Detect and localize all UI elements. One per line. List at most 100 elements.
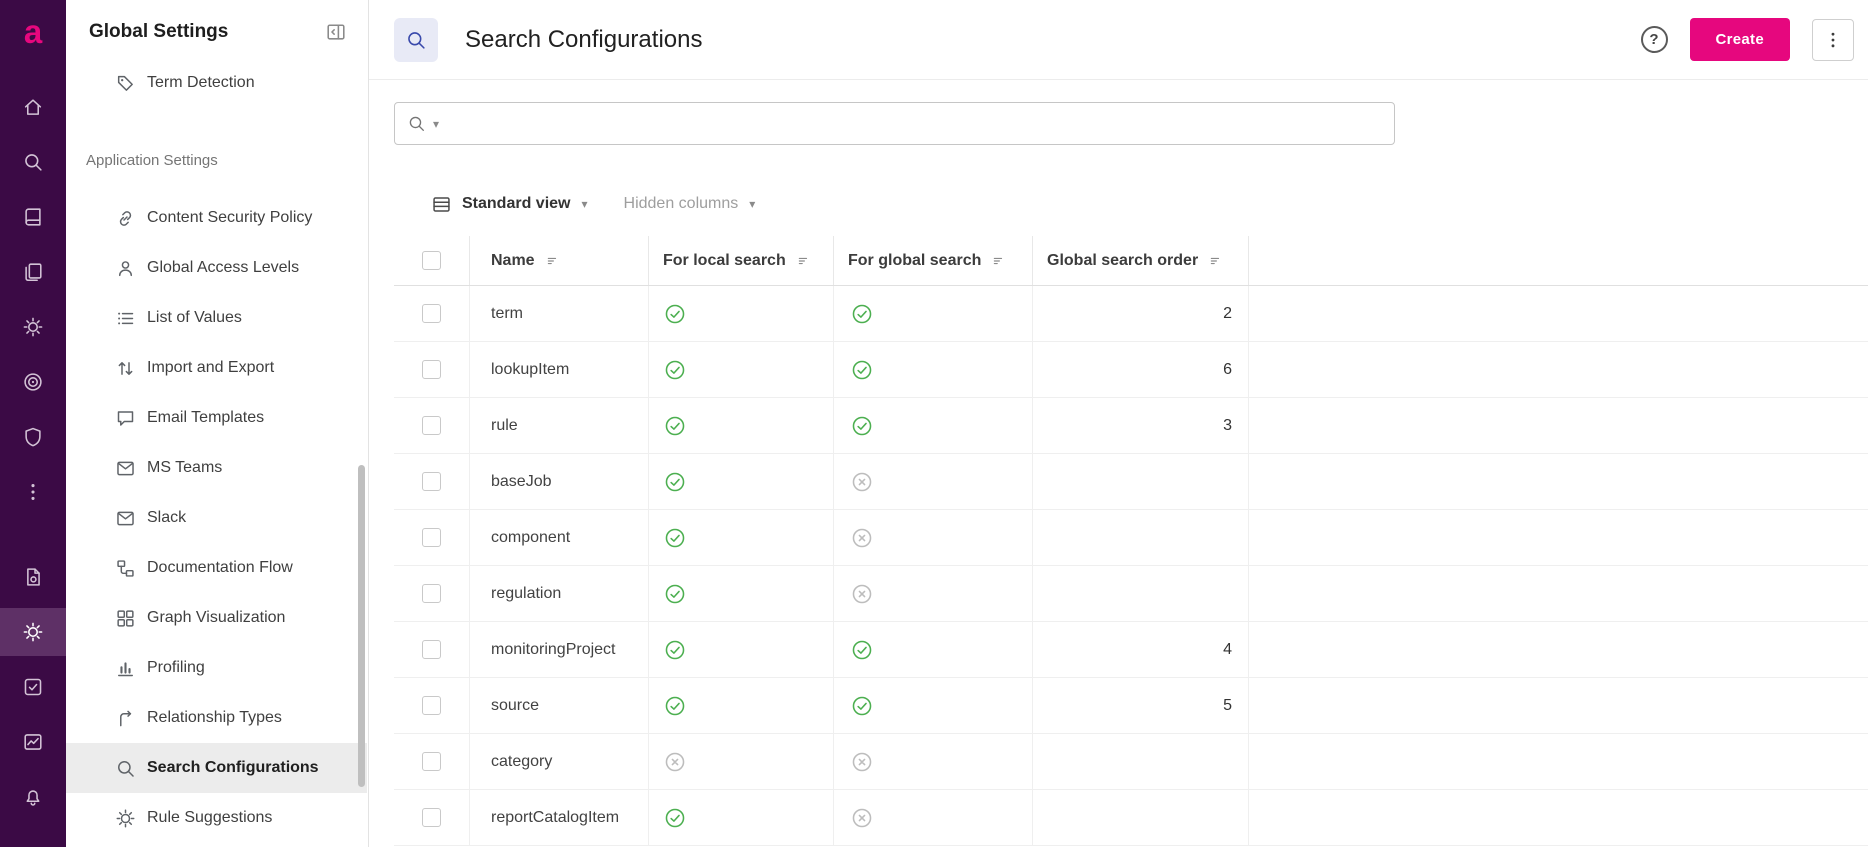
sidebar: Term Detection Application Settings Cont… xyxy=(66,0,369,847)
table-row: baseJob xyxy=(394,454,1868,510)
search-icon xyxy=(407,114,426,133)
select-all-checkbox[interactable] xyxy=(422,251,441,270)
table-row: source 5 xyxy=(394,678,1868,734)
sidebar-item-label: List of Values xyxy=(147,309,242,326)
view-selector[interactable]: Standard view xyxy=(462,195,570,213)
collapse-sidebar-icon[interactable] xyxy=(325,21,347,43)
row-checkbox[interactable] xyxy=(422,528,441,547)
sidebar-item-email-templates[interactable]: Email Templates xyxy=(66,393,367,443)
sort-icon[interactable] xyxy=(991,253,1007,269)
row-checkbox[interactable] xyxy=(422,472,441,491)
sidebar-item-documentation-flow[interactable]: Documentation Flow xyxy=(66,543,367,593)
row-checkbox[interactable] xyxy=(422,416,441,435)
rail-icons-bottom xyxy=(0,566,66,808)
help-icon[interactable]: ? xyxy=(1640,26,1668,53)
sidebar-item-ms-teams[interactable]: MS Teams xyxy=(66,443,367,493)
row-name[interactable]: term xyxy=(491,305,523,323)
global-search-status-icon xyxy=(851,471,873,493)
search-input[interactable] xyxy=(446,103,1382,144)
search-icon[interactable] xyxy=(22,151,44,173)
row-name[interactable]: lookupItem xyxy=(491,361,569,379)
row-name[interactable]: monitoringProject xyxy=(491,641,616,659)
row-name[interactable]: reportCatalogItem xyxy=(491,809,619,827)
brand-logo[interactable]: a xyxy=(0,12,66,52)
create-button[interactable]: Create xyxy=(1689,18,1790,61)
more-actions-button[interactable] xyxy=(1812,18,1854,61)
page-title-chip[interactable] xyxy=(394,17,438,62)
global-search-status-icon xyxy=(851,751,873,773)
column-header-global-search[interactable]: For global search xyxy=(848,252,981,270)
row-checkbox[interactable] xyxy=(422,696,441,715)
row-order: 3 xyxy=(1223,416,1232,434)
sidebar-item-label: Content Security Policy xyxy=(147,209,313,226)
row-name[interactable]: rule xyxy=(491,417,518,435)
header-actions: ? Create xyxy=(1640,18,1854,61)
local-search-status-icon xyxy=(664,583,686,605)
row-order: 6 xyxy=(1223,360,1232,378)
sidebar-item-profiling[interactable]: Profiling xyxy=(66,643,367,693)
relationship-icon xyxy=(115,708,136,729)
local-search-status-icon xyxy=(664,527,686,549)
row-name[interactable]: category xyxy=(491,753,552,771)
search-bar[interactable]: ▾ xyxy=(394,102,1395,145)
sort-icon[interactable] xyxy=(796,253,812,269)
bell-icon[interactable] xyxy=(22,786,44,808)
sidebar-item-label: Rule Suggestions xyxy=(147,809,273,826)
shield-icon[interactable] xyxy=(22,426,44,448)
check-square-icon[interactable] xyxy=(22,676,44,698)
book-icon[interactable] xyxy=(22,206,44,228)
sidebar-item-label: Profiling xyxy=(147,659,205,676)
row-name[interactable]: baseJob xyxy=(491,473,552,491)
sidebar-item-rule-suggestions[interactable]: Rule Suggestions xyxy=(66,793,367,843)
target-icon[interactable] xyxy=(22,371,44,393)
sidebar-item-relationship-types[interactable]: Relationship Types xyxy=(66,693,367,743)
row-checkbox[interactable] xyxy=(422,304,441,323)
sort-icon[interactable] xyxy=(1208,253,1224,269)
sidebar-item-content-security-policy[interactable]: Content Security Policy xyxy=(66,193,367,243)
table-row: component xyxy=(394,510,1868,566)
global-search-status-icon xyxy=(851,807,873,829)
table-row: regulation xyxy=(394,566,1868,622)
tag-icon xyxy=(115,73,136,94)
home-icon[interactable] xyxy=(22,96,44,118)
sort-icon[interactable] xyxy=(545,253,561,269)
table-header-row: Name For local search For global search … xyxy=(394,236,1868,286)
sidebar-item-graph-visualization[interactable]: Graph Visualization xyxy=(66,593,367,643)
column-header-name[interactable]: Name xyxy=(491,252,535,270)
sidebar-item-list-of-values[interactable]: List of Values xyxy=(66,293,367,343)
settings-icon[interactable] xyxy=(22,621,44,643)
sidebar-item-label: Term Detection xyxy=(147,74,255,91)
document-icon[interactable] xyxy=(22,566,44,588)
hidden-columns-selector[interactable]: Hidden columns ▾ xyxy=(624,195,756,213)
table-row: term 2 xyxy=(394,286,1868,342)
search-icon xyxy=(405,29,427,51)
sidebar-item-global-access-levels[interactable]: Global Access Levels xyxy=(66,243,367,293)
configurations-table: Name For local search For global search … xyxy=(394,236,1868,846)
row-name[interactable]: regulation xyxy=(491,585,561,603)
row-checkbox[interactable] xyxy=(422,808,441,827)
row-checkbox[interactable] xyxy=(422,584,441,603)
chart-icon[interactable] xyxy=(22,731,44,753)
row-checkbox[interactable] xyxy=(422,640,441,659)
list-icon xyxy=(115,308,136,329)
sidebar-scrollbar[interactable] xyxy=(358,465,365,787)
row-name[interactable]: component xyxy=(491,529,570,547)
gear-icon[interactable] xyxy=(22,316,44,338)
more-vertical-icon[interactable] xyxy=(22,481,44,503)
sidebar-item-slack[interactable]: Slack xyxy=(66,493,367,543)
column-header-local-search[interactable]: For local search xyxy=(663,252,786,270)
sidebar-item-search-configurations[interactable]: Search Configurations xyxy=(66,743,367,793)
sidebar-scroll-area: Term Detection Application Settings Cont… xyxy=(66,58,367,847)
row-name[interactable]: source xyxy=(491,697,539,715)
row-checkbox[interactable] xyxy=(422,360,441,379)
page-title: Search Configurations xyxy=(465,25,703,53)
column-header-global-search-order[interactable]: Global search order xyxy=(1047,252,1198,270)
sidebar-item-label: Import and Export xyxy=(147,359,275,376)
row-checkbox[interactable] xyxy=(422,752,441,771)
search-filter-caret-icon[interactable]: ▾ xyxy=(433,118,439,130)
table-row: monitoringProject 4 xyxy=(394,622,1868,678)
sidebar-item-term-detection[interactable]: Term Detection xyxy=(66,58,367,108)
view-selector-caret-icon[interactable]: ▾ xyxy=(581,198,587,210)
library-icon[interactable] xyxy=(22,261,44,283)
sidebar-item-import-and-export[interactable]: Import and Export xyxy=(66,343,367,393)
